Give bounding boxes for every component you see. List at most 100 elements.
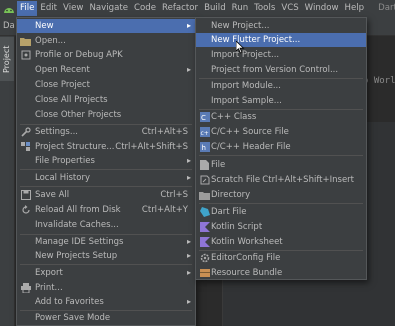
wrench-icon — [20, 127, 31, 138]
mouse-cursor-icon — [235, 40, 245, 57]
dart-icon — [199, 207, 210, 218]
menu-item-label: Import Module... — [211, 81, 281, 91]
menu-item-label: Open Recent — [35, 65, 90, 75]
menu-item-open-recent[interactable]: Open Recent ▸ — [17, 63, 195, 77]
menu-window[interactable]: Window — [302, 1, 342, 16]
menu-item-dart-file[interactable]: Dart File — [196, 205, 366, 219]
menu-item-file-properties[interactable]: File Properties ▸ — [17, 154, 195, 168]
menu-item-new[interactable]: New ▸ — [17, 19, 195, 33]
menu-item-label: Export — [35, 268, 63, 278]
menu-build[interactable]: Build — [201, 1, 229, 16]
submenu-arrow-icon: ▸ — [186, 156, 191, 165]
svg-text:h: h — [201, 144, 205, 152]
kotlin-icon — [199, 222, 210, 233]
menu-item-label: New Project... — [211, 21, 270, 31]
project-tool-window-tab[interactable]: Project — [0, 37, 14, 81]
menu-item-label: New — [35, 21, 54, 31]
submenu-arrow-icon: ▸ — [186, 297, 191, 306]
menu-item-label: C++ Class — [211, 112, 257, 122]
cpp-source-icon: c+ — [199, 127, 210, 138]
menu-item-kotlin-worksheet[interactable]: Kotlin Worksheet — [196, 235, 366, 249]
menu-help[interactable]: Help — [342, 1, 368, 16]
menu-item-label: New Flutter Project... — [211, 35, 301, 45]
new-submenu: New Project... New Flutter Project... Im… — [195, 17, 367, 280]
menu-item-new-projects-setup[interactable]: New Projects Setup ▸ — [17, 249, 195, 263]
gear-icon — [199, 253, 210, 264]
cpp-class-icon: C — [199, 112, 210, 123]
menu-item-settings[interactable]: Settings... Ctrl+Alt+S — [17, 125, 195, 139]
menu-item-label: Project from Version Control... — [211, 65, 339, 75]
window-title-text: Dart — [378, 3, 395, 13]
menu-item-file[interactable]: File — [196, 158, 366, 172]
menu-item-label: Open... — [35, 36, 66, 46]
menu-separator — [20, 169, 192, 170]
menu-vcs[interactable]: VCS — [278, 1, 301, 16]
menu-item-profile-debug-apk[interactable]: Profile or Debug APK — [17, 48, 195, 62]
menu-item-label: Invalidate Caches... — [35, 220, 119, 230]
menu-item-invalidate-caches[interactable]: Invalidate Caches... — [17, 218, 195, 232]
svg-text:c+: c+ — [200, 130, 208, 137]
svg-text:C: C — [201, 114, 206, 122]
resource-bundle-icon — [199, 268, 210, 279]
menu-view[interactable]: View — [60, 1, 86, 16]
project-tab-label: Project — [2, 45, 11, 73]
menu-item-project-from-vcs[interactable]: Project from Version Control... — [196, 63, 366, 77]
menu-item-import-module[interactable]: Import Module... — [196, 79, 366, 93]
cpp-header-icon: h — [199, 142, 210, 153]
editor-code-text: o Worl — [363, 76, 395, 86]
menu-item-project-structure[interactable]: Project Structure... Ctrl+Alt+Shift+S — [17, 140, 195, 154]
menu-run[interactable]: Run — [229, 1, 251, 16]
submenu-arrow-icon: ▸ — [186, 268, 191, 277]
menu-item-reload-from-disk[interactable]: Reload All from Disk Ctrl+Alt+Y — [17, 203, 195, 217]
menu-item-new-project[interactable]: New Project... — [196, 19, 366, 33]
menu-bar: File Edit View Navigate Code Refactor Bu… — [0, 0, 395, 17]
menu-item-label: File Properties — [35, 156, 95, 166]
menu-edit[interactable]: Edit — [37, 1, 60, 16]
menu-code[interactable]: Code — [131, 1, 159, 16]
menu-item-label: Import Project... — [211, 50, 280, 60]
menu-shortcut: Ctrl+S — [160, 190, 188, 200]
menu-item-close-other-projects[interactable]: Close Other Projects — [17, 108, 195, 122]
menu-item-add-to-favorites[interactable]: Add to Favorites ▸ — [17, 295, 195, 309]
menu-separator — [20, 186, 192, 187]
menu-item-print[interactable]: Print... — [17, 281, 195, 295]
menu-tools[interactable]: Tools — [251, 1, 278, 16]
menu-item-cpp-class[interactable]: C C++ Class — [196, 110, 366, 124]
menu-item-export[interactable]: Export ▸ — [17, 266, 195, 280]
menu-item-close-project[interactable]: Close Project — [17, 78, 195, 92]
menu-item-directory[interactable]: Directory — [196, 188, 366, 202]
menu-item-resource-bundle[interactable]: Resource Bundle — [196, 266, 366, 280]
submenu-arrow-icon: ▸ — [186, 21, 191, 30]
editor-tab-label[interactable]: Da — [3, 21, 15, 31]
file-menu: New ▸ Open... Profile or Debug APK Open … — [16, 17, 196, 326]
menu-item-power-save-mode[interactable]: Power Save Mode — [17, 311, 195, 325]
menu-item-close-all-projects[interactable]: Close All Projects — [17, 93, 195, 107]
menu-item-label: Dart File — [211, 207, 247, 217]
menu-item-label: Reload All from Disk — [35, 205, 121, 215]
menu-item-new-flutter-project[interactable]: New Flutter Project... — [196, 33, 366, 47]
menu-shortcut: Ctrl+Alt+Shift+S — [115, 142, 188, 152]
menu-item-label: Settings... — [35, 127, 78, 137]
menu-item-editorconfig-file[interactable]: EditorConfig File — [196, 251, 366, 265]
menu-item-kotlin-script[interactable]: Kotlin Script — [196, 220, 366, 234]
menu-item-open[interactable]: Open... — [17, 34, 195, 48]
menu-item-scratch-file[interactable]: Scratch File Ctrl+Alt+Shift+Insert — [196, 173, 366, 187]
menu-file[interactable]: File — [17, 1, 38, 16]
save-icon — [20, 190, 31, 201]
menu-item-cpp-source-file[interactable]: c+ C/C++ Source File — [196, 125, 366, 139]
menu-item-manage-ide-settings[interactable]: Manage IDE Settings ▸ — [17, 235, 195, 249]
menu-item-save-all[interactable]: Save All Ctrl+S — [17, 188, 195, 202]
file-icon — [199, 160, 210, 171]
menu-separator — [20, 264, 192, 265]
menu-item-cpp-header-file[interactable]: h C/C++ Header File — [196, 140, 366, 154]
menu-item-label: Resource Bundle — [211, 268, 283, 278]
menu-item-label: Close Other Projects — [35, 110, 122, 120]
submenu-arrow-icon: ▸ — [186, 65, 191, 74]
menu-item-import-project[interactable]: Import Project... — [196, 48, 366, 62]
menu-navigate[interactable]: Navigate — [86, 1, 131, 16]
menu-item-label: Kotlin Worksheet — [211, 237, 283, 247]
menu-item-import-sample[interactable]: Import Sample... — [196, 94, 366, 108]
print-icon — [20, 283, 31, 294]
menu-item-local-history[interactable]: Local History ▸ — [17, 171, 195, 185]
menu-refactor[interactable]: Refactor — [159, 1, 201, 16]
